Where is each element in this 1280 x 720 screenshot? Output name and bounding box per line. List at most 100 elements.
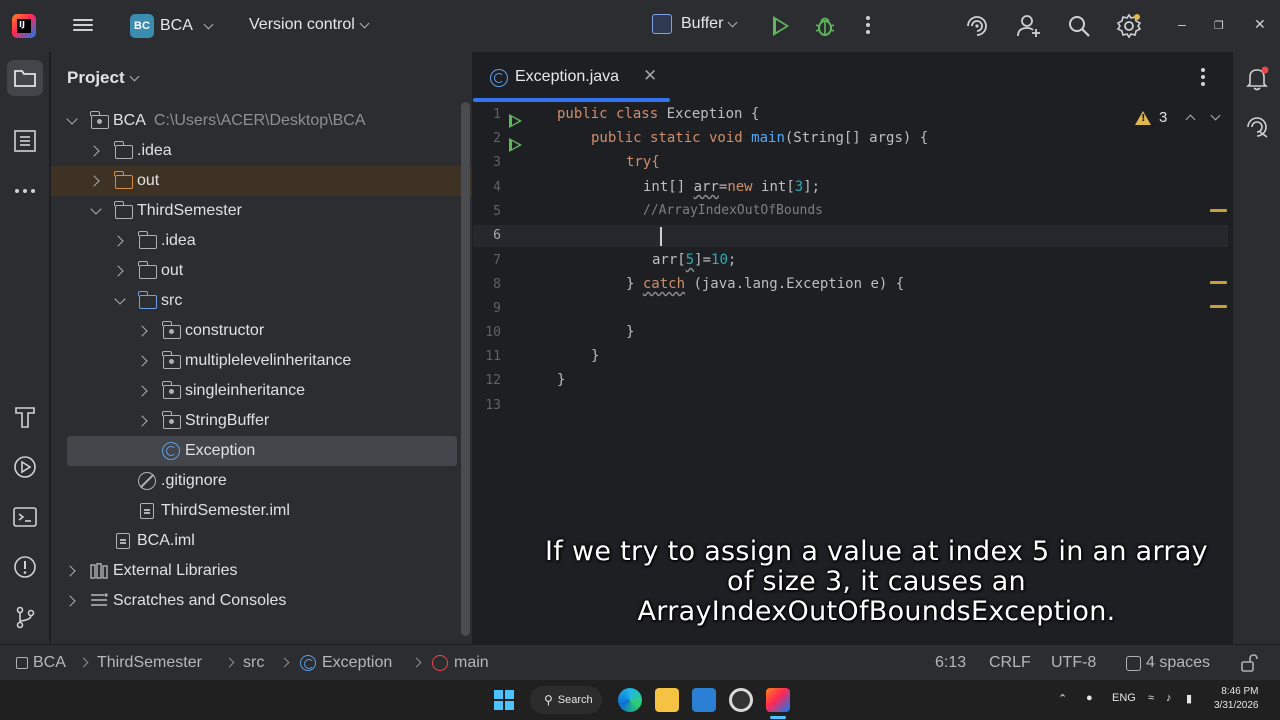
tree-item-thirdsemester-iml[interactable]: ThirdSemester.iml	[51, 496, 456, 526]
build-hammer-icon[interactable]	[12, 404, 38, 430]
chevron-right-icon[interactable]	[64, 595, 76, 607]
volume-icon[interactable]: ♪	[1166, 692, 1172, 704]
warning-stripe-marker[interactable]	[1210, 305, 1227, 308]
chrome-app-icon[interactable]	[729, 688, 753, 712]
chevron-up-icon[interactable]	[1185, 114, 1196, 125]
tree-item-src[interactable]: src	[51, 286, 456, 316]
run-config-selector[interactable]: Buffer	[652, 14, 738, 34]
chevron-down-icon[interactable]	[66, 113, 78, 125]
tree-item-gitignore[interactable]: .gitignore	[51, 466, 456, 496]
unlock-icon[interactable]	[1240, 654, 1258, 672]
line-separator[interactable]: CRLF	[989, 654, 1031, 672]
project-panel-header[interactable]: Project	[67, 68, 140, 88]
intellij-taskbar-icon[interactable]	[766, 688, 790, 712]
tree-item-scratches[interactable]: Scratches and Consoles	[51, 586, 456, 616]
input-language[interactable]: ENG	[1112, 692, 1136, 704]
taskbar-search[interactable]: ⚲ Search	[530, 686, 602, 714]
code-editor[interactable]: Exception.java ✕ 1 2 3 4 5 6 7 8 9 10 11…	[473, 52, 1280, 644]
tree-item-constructor[interactable]: constructor	[51, 316, 456, 346]
file-encoding[interactable]: UTF-8	[1051, 654, 1096, 672]
chevron-right-icon[interactable]	[136, 325, 148, 337]
tree-item-out[interactable]: out	[51, 256, 456, 286]
tree-item-thirdsemester[interactable]: ThirdSemester	[51, 196, 456, 226]
structure-icon[interactable]	[12, 128, 38, 154]
chevron-down-icon[interactable]	[90, 203, 102, 215]
indent-setting[interactable]: 4 spaces	[1126, 654, 1210, 672]
chevron-down-icon[interactable]	[114, 293, 126, 305]
chevron-right-icon[interactable]	[64, 565, 76, 577]
ai-chat-icon[interactable]	[1244, 114, 1270, 140]
warning-stripe-marker[interactable]	[1210, 281, 1227, 284]
settings-gear-icon[interactable]	[1116, 13, 1142, 39]
services-run-icon[interactable]	[12, 454, 38, 480]
project-folder-icon[interactable]	[12, 65, 38, 91]
tab-options-icon[interactable]	[1201, 68, 1205, 89]
breadcrumb-exception[interactable]: Exception	[300, 654, 392, 672]
tree-item-bca-root[interactable]: BCA C:\Users\ACER\Desktop\BCA	[51, 106, 456, 136]
taskbar-clock[interactable]: 8:46 PM 3/31/2026	[1214, 685, 1259, 713]
snipping-tool-icon[interactable]	[692, 688, 716, 712]
run-gutter-icon[interactable]	[509, 114, 522, 128]
file-explorer-icon[interactable]	[655, 688, 679, 712]
inspection-widget[interactable]: 3	[1135, 109, 1221, 126]
more-actions-icon[interactable]	[866, 16, 870, 37]
chevron-right-icon[interactable]	[88, 175, 100, 187]
main-menu-icon[interactable]	[73, 16, 93, 36]
minimize-button[interactable]: –	[1178, 16, 1186, 32]
breadcrumb-src[interactable]: src	[243, 654, 264, 672]
ai-assistant-icon[interactable]	[964, 13, 990, 39]
terminal-icon[interactable]	[12, 504, 38, 530]
chevron-right-icon[interactable]	[112, 265, 124, 277]
tree-item-bca-iml[interactable]: BCA.iml	[51, 526, 456, 556]
chevron-right-icon[interactable]	[136, 415, 148, 427]
search-icon[interactable]	[1066, 13, 1092, 39]
iml-file-icon	[140, 503, 154, 519]
edge-browser-icon[interactable]	[618, 688, 642, 712]
warning-stripe-marker[interactable]	[1210, 209, 1227, 212]
chevron-down-icon	[727, 17, 738, 27]
wifi-icon[interactable]: ≈	[1148, 692, 1154, 704]
run-gutter-icon[interactable]	[509, 138, 522, 152]
tree-item-stringbuffer[interactable]: StringBuffer	[51, 406, 456, 436]
line-number: 1	[493, 107, 501, 122]
version-control-menu[interactable]: Version control	[249, 16, 370, 34]
project-switcher[interactable]: BC BCA	[130, 14, 214, 38]
project-scrollbar[interactable]	[461, 102, 470, 636]
notifications-bell-icon[interactable]	[1244, 65, 1270, 91]
git-branch-icon[interactable]	[12, 604, 38, 630]
tree-item-singleinheritance[interactable]: singleinheritance	[51, 376, 456, 406]
battery-icon[interactable]: ▮	[1186, 692, 1192, 705]
windows-start-icon[interactable]	[494, 690, 514, 710]
chevron-right-icon[interactable]	[136, 355, 148, 367]
tray-overflow-icon[interactable]: ⌃	[1058, 692, 1067, 705]
tree-item-out[interactable]: out	[51, 166, 472, 196]
video-caption-line-3: ArrayIndexOutOfBoundsException.	[637, 596, 1116, 627]
chevron-down-icon[interactable]	[1210, 110, 1221, 121]
tab-exception-java[interactable]: Exception.java ✕	[473, 52, 670, 102]
breadcrumb-thirdsemester[interactable]: ThirdSemester	[97, 654, 202, 672]
breadcrumb-main[interactable]: main	[432, 654, 489, 672]
problems-icon[interactable]	[12, 554, 38, 580]
tree-item-exception[interactable]: Exception	[67, 436, 457, 466]
chevron-right-icon[interactable]	[136, 385, 148, 397]
chevron-right-icon[interactable]	[112, 235, 124, 247]
tree-item-idea[interactable]: .idea	[51, 226, 456, 256]
breadcrumb-bca[interactable]: BCA	[16, 654, 66, 672]
maximize-button[interactable]: ❐	[1214, 19, 1224, 32]
close-window-button[interactable]: ✕	[1254, 16, 1266, 33]
debug-icon[interactable]	[815, 15, 835, 37]
tree-item-idea[interactable]: .idea	[51, 136, 456, 166]
more-tools-icon[interactable]	[12, 178, 38, 204]
run-icon[interactable]	[773, 16, 789, 36]
caret-position[interactable]: 6:13	[935, 654, 966, 672]
chevron-right-icon[interactable]	[88, 145, 100, 157]
close-tab-icon[interactable]: ✕	[643, 66, 657, 86]
microphone-icon[interactable]: ●	[1086, 692, 1093, 704]
add-user-icon[interactable]	[1016, 13, 1042, 39]
method-icon	[432, 655, 448, 671]
left-tool-strip	[0, 52, 50, 644]
tree-item-external-libraries[interactable]: External Libraries	[51, 556, 456, 586]
tree-item-multiplelevelinheritance[interactable]: multiplelevelinheritance	[51, 346, 456, 376]
tree-item-label: out	[137, 172, 160, 189]
intellij-logo-icon[interactable]: IJ	[12, 14, 36, 38]
